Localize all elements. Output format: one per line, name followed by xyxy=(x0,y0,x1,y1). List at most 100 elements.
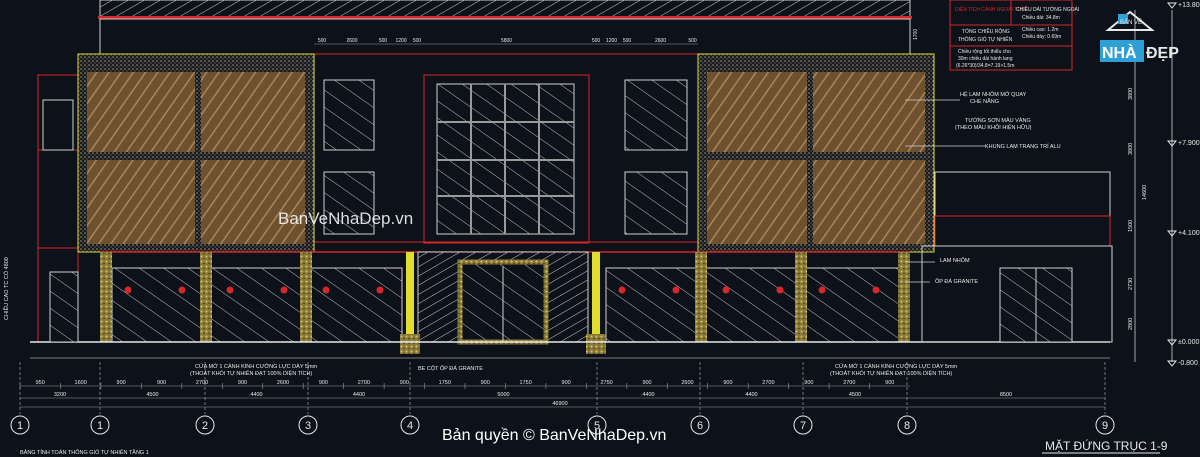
axis-label-3: 2 xyxy=(202,420,208,432)
note-l2: Chiều cao: 1.2m xyxy=(1022,27,1058,33)
axis-label-5: 4 xyxy=(407,420,413,432)
dim-row1-label-14: 900 xyxy=(562,380,571,386)
note-l8: (6.26*30)/34.8=7.19>1.5m xyxy=(956,63,1014,69)
note-l6: Chiều rộng tối thiểu cho xyxy=(958,48,1011,55)
wall-lamp-1 xyxy=(124,286,132,294)
dim-top-label-3: 500 xyxy=(379,38,388,44)
dim-row1-label-8: 900 xyxy=(319,380,328,386)
column-1 xyxy=(100,252,112,342)
elevation-svg: 1123456789 950 1600 900 900 2700 900 2600 900 27… xyxy=(3,0,1200,456)
dim-row1-label-22: 900 xyxy=(885,380,894,386)
dim-row1-label-19: 2700 xyxy=(762,380,774,386)
opening-label-right: CỬA MỞ 1 CÁNH KÍNH CƯỜNG LỰC DÀY 5mm xyxy=(835,363,958,370)
dim-top-label-11: 500 xyxy=(688,38,697,44)
level-label-1: +13.800 xyxy=(1178,2,1200,9)
wall-lamp-12 xyxy=(872,286,880,294)
dim-top-label-8: 1200 xyxy=(606,38,617,44)
dim-row1-label-15: 2750 xyxy=(600,380,612,386)
louver-panel-right xyxy=(697,53,935,253)
dim-right-label-5: 2730 xyxy=(1128,278,1134,290)
dim-row1-label-7: 2600 xyxy=(277,380,289,386)
column-4 xyxy=(406,252,414,342)
dim-row2-label-2: 4500 xyxy=(146,392,158,398)
wall-lamp-7 xyxy=(618,286,626,294)
dim-row1-label-12: 900 xyxy=(481,380,490,386)
watermark: BanVeNhaDep.vn xyxy=(278,209,413,228)
note-l7: 30m chiều dài hành lang xyxy=(958,56,1013,62)
copyright: Bản quyền © BanVeNhaDep.vn xyxy=(442,427,666,444)
axis-label-1: 1 xyxy=(17,420,23,432)
note-red-2: CHIỀU DÀI TƯỜNG NGOÀI xyxy=(1016,6,1079,13)
column-base-left xyxy=(400,334,420,354)
axis-label-4: 3 xyxy=(305,420,311,432)
wall-lamp-10 xyxy=(776,286,784,294)
axis-label-2: 1 xyxy=(97,420,103,432)
dim-total-label: 46900 xyxy=(552,401,567,407)
column-3 xyxy=(300,252,312,342)
dim-right-label-6: 2800 xyxy=(1128,318,1134,330)
dim-top-label-7: 500 xyxy=(592,38,601,44)
dim-row1-label-20: 900 xyxy=(804,380,813,386)
right-annex xyxy=(921,171,1113,343)
dim-top-side: 1700 xyxy=(913,29,919,40)
dim-row2-label-6: 4400 xyxy=(642,392,654,398)
opening-label-left: CỬA MỞ 1 CÁNH KÍNH CƯỜNG LỰC DÀY 5mm xyxy=(195,363,318,370)
note-l15: ỐP ĐÁ GRANITE xyxy=(935,278,978,285)
opening-sub-left: (THOÁT KHÓI TỰ NHIÊN ĐẠT 100% DIỆN TÍCH) xyxy=(190,369,312,377)
dim-row2-label-3: 4400 xyxy=(250,392,262,398)
opening-sub-right: (THOÁT KHÓI TỰ NHIÊN ĐẠT 100% DIỆN TÍCH) xyxy=(830,369,952,377)
logo-right: ĐẸP xyxy=(1146,45,1179,62)
axis-label-7: 6 xyxy=(697,420,703,432)
dim-top-label-5: 500 xyxy=(413,38,422,44)
dim-row2-label-5: 5000 xyxy=(497,392,509,398)
left-door xyxy=(49,271,79,343)
dim-row2-label-8: 4500 xyxy=(849,392,861,398)
level-marker-1 xyxy=(1166,2,1178,9)
dim-top-label-4: 1200 xyxy=(395,38,406,44)
dim-row1-label-10: 900 xyxy=(400,380,409,386)
roof xyxy=(98,0,912,19)
dim-row1-label-11: 1750 xyxy=(439,380,451,386)
logo-left: NHÀ xyxy=(1102,43,1137,62)
dim-row1-label-4: 900 xyxy=(157,380,166,386)
dim-top-label-9: 500 xyxy=(623,38,632,44)
note-bottom-left: BẢNG TÍNH TOÁN THÔNG GIÓ TỰ NHIÊN TẦNG 1 xyxy=(20,448,149,456)
dim-top-label-1: 500 xyxy=(318,38,327,44)
dim-top-label-10: 2600 xyxy=(655,38,666,44)
wall-lamp-4 xyxy=(280,286,288,294)
dim-row2-label-9: 8500 xyxy=(1000,392,1012,398)
dim-row1-label-2: 1600 xyxy=(75,380,87,386)
note-l3: Chiều dày: 0.69m xyxy=(1022,34,1061,40)
dim-right-label-3: 14600 xyxy=(1142,185,1148,200)
axis-label-9: 8 xyxy=(904,420,910,432)
wall-lamp-6 xyxy=(376,286,384,294)
logo: BẢN VẼ NHÀ ĐẸP xyxy=(1100,10,1179,62)
column-7 xyxy=(795,252,807,342)
wall-lamp-9 xyxy=(722,286,730,294)
height-vertical-label: CHIỀU CAO TC CỔ 4800 xyxy=(3,257,10,320)
logo-top: BẢN VẼ xyxy=(1120,19,1142,26)
dim-row2-label-7: 4400 xyxy=(745,392,757,398)
note-l10: CHE NẮNG xyxy=(970,97,999,105)
ground-floor xyxy=(100,251,910,345)
note-l12: (THEO MÀU KHỐI HIỆN HỮU) xyxy=(955,123,1032,131)
note-l1: Chiều dài: 34.8m xyxy=(1022,15,1060,21)
dim-row1-label-6: 900 xyxy=(238,380,247,386)
dim-top-label-2: 2600 xyxy=(346,38,357,44)
level-label-2: +7.900 xyxy=(1178,140,1200,147)
axis-label-8: 7 xyxy=(800,420,806,432)
column-8 xyxy=(898,252,910,342)
column-2 xyxy=(200,252,212,342)
column-5 xyxy=(592,252,600,342)
dim-row1-label-5: 2700 xyxy=(196,380,208,386)
wall-lamp-2 xyxy=(178,286,186,294)
wall-lamp-3 xyxy=(226,286,234,294)
note-l9: HỆ LAM NHÔM MỞ QUAY xyxy=(960,90,1027,98)
dim-row1-label-1: 950 xyxy=(36,380,45,386)
dim-row2-label-4: 4400 xyxy=(353,392,365,398)
drawing-title: MẶT ĐỨNG TRỤC 1-9 xyxy=(1045,438,1168,453)
dim-row1-label-18: 900 xyxy=(723,380,732,386)
note-l4: TỔNG CHIỀU RỘNG xyxy=(962,28,1010,35)
note-l5: THÔNG GIÓ TỰ NHIÊN xyxy=(958,35,1013,43)
wall-lamp-11 xyxy=(818,286,826,294)
